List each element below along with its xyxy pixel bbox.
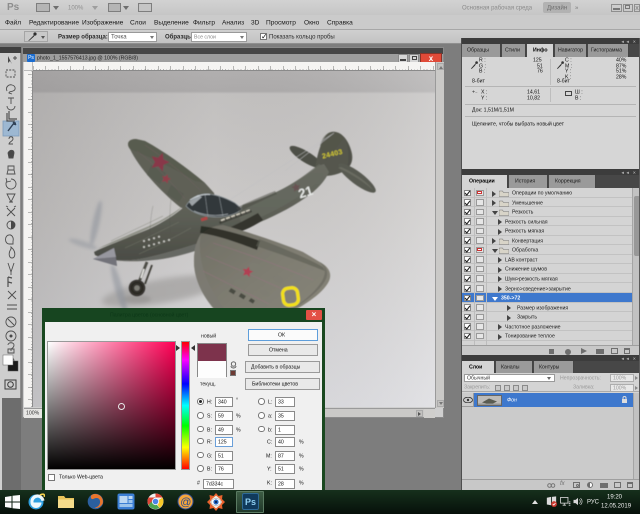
svg-text:@: @ [180,497,191,509]
